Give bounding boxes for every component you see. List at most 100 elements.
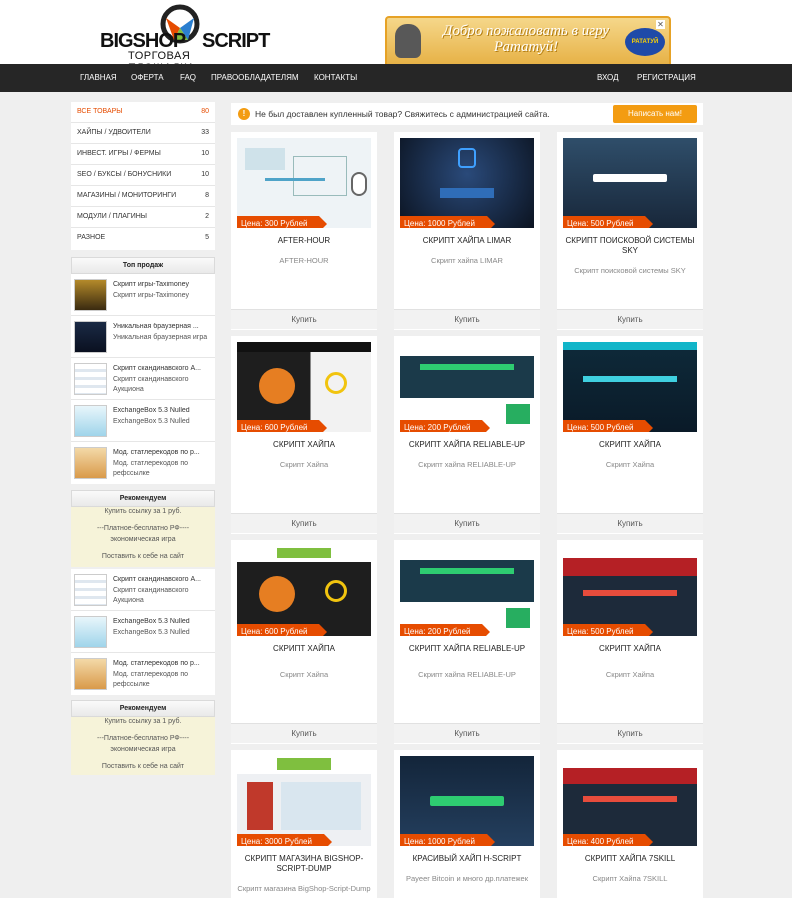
product-image: Цена: 200 Рублей — [400, 546, 534, 636]
product-card[interactable]: Цена: 500 Рублей СКРИПТ ПОИСКОВОЙ СИСТЕМ… — [557, 132, 703, 330]
product-title[interactable]: AFTER-HOUR — [235, 236, 373, 246]
product-desc: Скрипт Хайпа — [279, 460, 329, 469]
product-title[interactable]: КРАСИВЫЙ ХАЙП H-SCRIPT — [398, 854, 536, 864]
product-title[interactable]: СКРИПТ ХАЙПА 7SKILL — [561, 854, 699, 864]
list-item[interactable]: ExchangeBox 5.3 Nulled ExchangeBox 5.3 N… — [71, 400, 215, 442]
banner-close-icon[interactable]: ✕ — [656, 20, 665, 29]
product-card[interactable]: Цена: 400 Рублей СКРИПТ ХАЙПА 7SKILL Скр… — [557, 750, 703, 898]
recommend-link[interactable]: ---Платное-бесплатно РФ---- — [71, 525, 215, 532]
product-image: Цена: 500 Рублей — [563, 546, 697, 636]
product-title[interactable]: СКРИПТ МАГАЗИНА BIGSHOP-SCRIPT-DUMP — [235, 854, 373, 874]
banner-text: Добро пожаловать в игру Рататуй! — [442, 23, 610, 55]
recommend-link[interactable]: Поставить к себе на сайт — [71, 763, 215, 770]
product-title[interactable]: СКРИПТ ХАЙПА LIMAR — [398, 236, 536, 246]
recommend-link[interactable]: экономическая игра — [71, 536, 215, 543]
product-title[interactable]: СКРИПТ ХАЙПА RELIABLE-UP — [398, 440, 536, 450]
product-title[interactable]: СКРИПТ ХАЙПА — [235, 644, 373, 654]
banner-game-logo: РАТАТУЙ — [625, 28, 665, 56]
recommend-heading-2: Рекомендуем — [71, 700, 215, 717]
contact-us-button[interactable]: Написать нам! — [613, 105, 697, 123]
category-item-misc[interactable]: РАЗНОЕ 5 — [71, 228, 215, 249]
recommend-link[interactable]: Купить ссылку за 1 руб. — [71, 508, 215, 515]
product-thumbnail — [74, 658, 107, 690]
product-card[interactable]: Цена: 200 Рублей СКРИПТ ХАЙПА RELIABLE-U… — [394, 336, 540, 534]
nav-item-contacts[interactable]: КОНТАКТЫ — [314, 64, 357, 92]
recommend-link[interactable]: ---Платное-бесплатно РФ---- — [71, 735, 215, 742]
product-card[interactable]: Цена: 600 Рублей СКРИПТ ХАЙПА Скрипт Хай… — [231, 336, 377, 534]
list-item[interactable]: ExchangeBox 5.3 Nulled ExchangeBox 5.3 N… — [71, 611, 215, 653]
buy-button[interactable]: Купить — [231, 513, 377, 533]
item-desc: Скрипт скандинавского Аукциона — [113, 376, 189, 393]
product-card[interactable]: Цена: 3000 Рублей СКРИПТ МАГАЗИНА BIGSHO… — [231, 750, 377, 898]
category-label: ХАЙПЫ / УДВОИТЕЛИ — [77, 129, 151, 136]
recommend-link[interactable]: Поставить к себе на сайт — [71, 553, 215, 560]
buy-button[interactable]: Купить — [231, 723, 377, 743]
category-item-modules[interactable]: МОДУЛИ / ПЛАГИНЫ 2 — [71, 207, 215, 228]
delivery-notice: ! Не был доставлен купленный товар? Свяж… — [231, 103, 703, 125]
item-title: ExchangeBox 5.3 Nulled — [113, 407, 190, 414]
nav-register[interactable]: РЕГИСТРАЦИЯ — [637, 64, 696, 92]
list-item[interactable]: Мод. статлерекодов по р... Мод. статлере… — [71, 653, 215, 695]
nav-item-offer[interactable]: ОФЕРТА — [131, 64, 164, 92]
buy-button[interactable]: Купить — [231, 309, 377, 329]
product-title[interactable]: СКРИПТ ХАЙПА — [561, 440, 699, 450]
product-title[interactable]: СКРИПТ ХАЙПА RELIABLE-UP — [398, 644, 536, 654]
product-card[interactable]: Цена: 1000 Рублей КРАСИВЫЙ ХАЙП H-SCRIPT… — [394, 750, 540, 898]
price-tag: Цена: 600 Рублей — [237, 624, 329, 636]
rat-mascot-icon — [395, 24, 421, 58]
product-card[interactable]: Цена: 500 Рублей СКРИПТ ХАЙПА Скрипт Хай… — [557, 336, 703, 534]
recommend-link[interactable]: экономическая игра — [71, 746, 215, 753]
product-title[interactable]: СКРИПТ ПОИСКОВОЙ СИСТЕМЫ SKY — [561, 236, 699, 256]
buy-button[interactable]: Купить — [557, 513, 703, 533]
product-desc: Скрипт Хайпа — [279, 670, 329, 679]
category-item-shops[interactable]: МАГАЗИНЫ / МОНИТОРИНГИ 8 — [71, 186, 215, 207]
nav-item-copyright[interactable]: ПРАВООБЛАДАТЕЛЯМ — [211, 64, 299, 92]
category-count: 2 — [205, 213, 209, 220]
list-item[interactable]: Скрипт игры-Taximoney Скрипт игры-Taximo… — [71, 274, 215, 316]
item-desc: Скрипт игры-Taximoney — [113, 292, 190, 299]
product-thumbnail — [74, 321, 107, 353]
category-item-hyips[interactable]: ХАЙПЫ / УДВОИТЕЛИ 33 — [71, 123, 215, 144]
nav-item-faq[interactable]: FAQ — [180, 64, 196, 92]
recommend-link[interactable]: Купить ссылку за 1 руб. — [71, 718, 215, 725]
category-list: ВСЕ ТОВАРЫ 80 ХАЙПЫ / УДВОИТЕЛИ 33 ИНВЕС… — [71, 102, 215, 250]
category-label: ИНВЕСТ. ИГРЫ / ФЕРМЫ — [77, 150, 161, 157]
buy-button[interactable]: Купить — [394, 513, 540, 533]
list-item[interactable]: Скрипт скандинавского А... Скрипт сканди… — [71, 358, 215, 400]
category-item-invest-games[interactable]: ИНВЕСТ. ИГРЫ / ФЕРМЫ 10 — [71, 144, 215, 165]
warning-icon: ! — [238, 108, 250, 120]
product-desc: Скрипт поисковой системы SKY — [574, 266, 686, 275]
product-card[interactable]: Цена: 300 Рублей AFTER-HOUR AFTER-HOUR К… — [231, 132, 377, 330]
list-item[interactable]: Скрипт скандинавского А... Скрипт сканди… — [71, 569, 215, 611]
price-tag: Цена: 500 Рублей — [563, 624, 655, 636]
list-item[interactable]: Уникальная браузерная ... Уникальная бра… — [71, 316, 215, 358]
price-tag: Цена: 400 Рублей — [563, 834, 655, 846]
category-item-seo[interactable]: SEO / БУКСЫ / БОНУСНИКИ 10 — [71, 165, 215, 186]
product-card[interactable]: Цена: 500 Рублей СКРИПТ ХАЙПА Скрипт Хай… — [557, 540, 703, 744]
nav-item-home[interactable]: ГЛАВНАЯ — [80, 64, 117, 92]
buy-button[interactable]: Купить — [557, 723, 703, 743]
list-item[interactable]: Мод. статлерекодов по р... Мод. статлере… — [71, 442, 215, 484]
category-count: 80 — [201, 108, 209, 115]
product-card[interactable]: Цена: 600 Рублей СКРИПТ ХАЙПА Скрипт Хай… — [231, 540, 377, 744]
item-desc: Мод. статлерекодов по рефссылке — [113, 460, 189, 477]
product-image: Цена: 1000 Рублей — [400, 138, 534, 228]
buy-button[interactable]: Купить — [394, 723, 540, 743]
category-count: 10 — [201, 171, 209, 178]
product-title[interactable]: СКРИПТ ХАЙПА — [561, 644, 699, 654]
product-card[interactable]: Цена: 1000 Рублей СКРИПТ ХАЙПА LIMAR Скр… — [394, 132, 540, 330]
product-title[interactable]: СКРИПТ ХАЙПА — [235, 440, 373, 450]
recommend-box-2: Купить ссылку за 1 руб. ---Платное-беспл… — [71, 717, 215, 775]
product-card[interactable]: Цена: 200 Рублей СКРИПТ ХАЙПА RELIABLE-U… — [394, 540, 540, 744]
category-count: 8 — [205, 192, 209, 199]
buy-button[interactable]: Купить — [557, 309, 703, 329]
promo-banner[interactable]: Добро пожаловать в игру Рататуй! РАТАТУЙ… — [385, 16, 671, 64]
notice-text: Не был доставлен купленный товар? Свяжит… — [255, 109, 550, 119]
item-desc: ExchangeBox 5.3 Nulled — [113, 629, 190, 636]
item-title: Скрипт игры-Taximoney — [113, 281, 190, 288]
buy-button[interactable]: Купить — [394, 309, 540, 329]
category-item-all[interactable]: ВСЕ ТОВАРЫ 80 — [71, 102, 215, 123]
top-sales-list-2: Скрипт скандинавского А... Скрипт сканди… — [71, 569, 215, 695]
site-logo[interactable]: BIGSHOP SCRIPT ТОРГОВАЯ ПЛОЩАДКА — [100, 4, 270, 74]
nav-login[interactable]: ВХОД — [597, 64, 619, 92]
